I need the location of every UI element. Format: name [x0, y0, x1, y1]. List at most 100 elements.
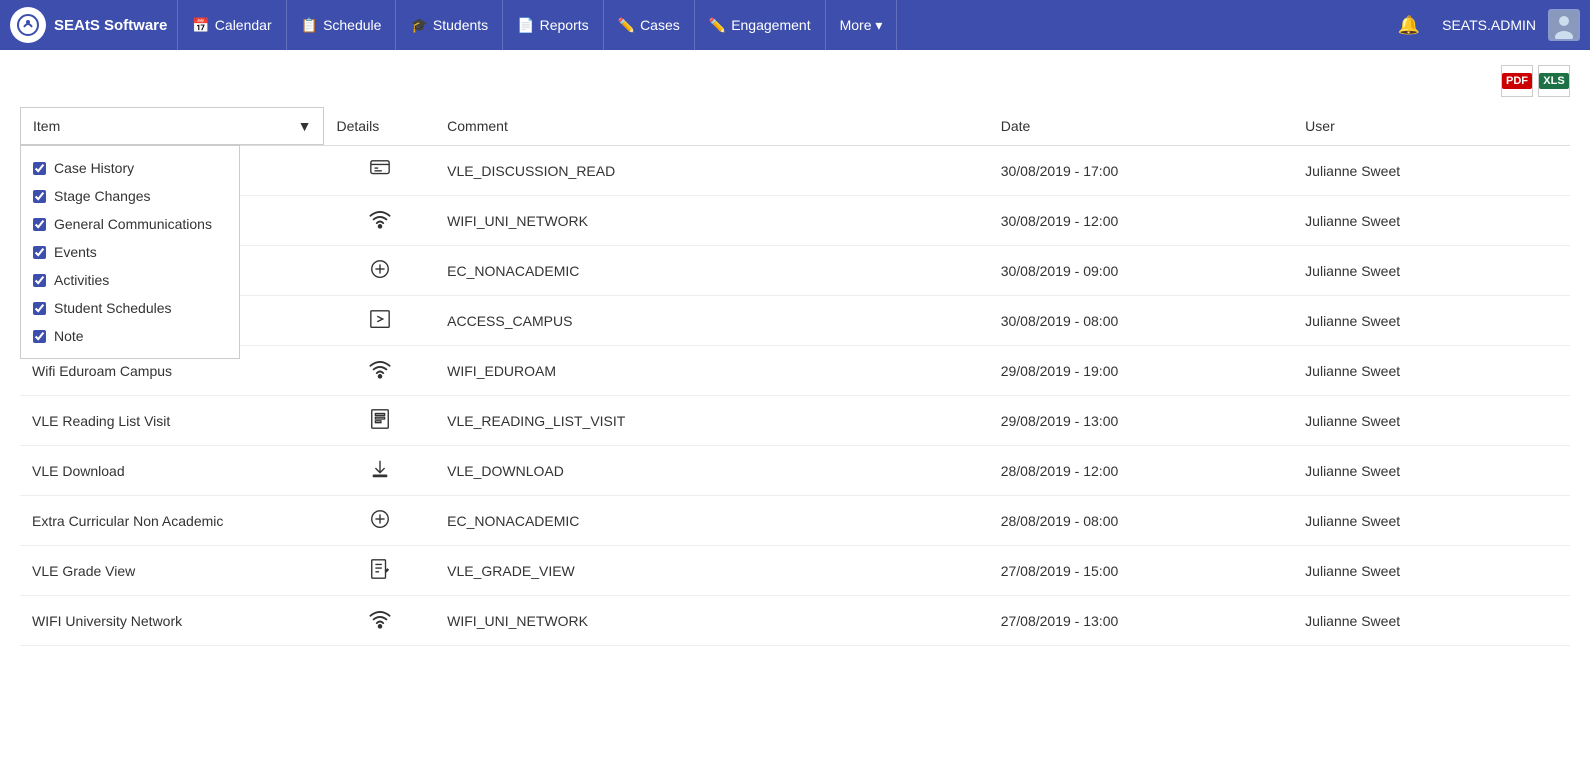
nav-engagement[interactable]: ✏️ Engagement	[695, 0, 826, 50]
table-row: VLE Grade View VLE_GRADE_VIEW 27/08/2019…	[20, 546, 1570, 596]
cell-user-3: Julianne Sweet	[1293, 296, 1570, 346]
dropdown-item-activities[interactable]: Activities	[21, 266, 239, 294]
cell-comment-3: ACCESS_CAMPUS	[435, 296, 989, 346]
cell-icon-2	[324, 246, 435, 296]
cell-date-6: 28/08/2019 - 12:00	[989, 446, 1293, 496]
item-dropdown-menu: Case History Stage Changes General Commu…	[20, 145, 240, 359]
checkbox-case-history[interactable]	[33, 162, 46, 175]
dropdown-item-stage-changes[interactable]: Stage Changes	[21, 182, 239, 210]
dropdown-item-case-history[interactable]: Case History	[21, 154, 239, 182]
cell-comment-9: WIFI_UNI_NETWORK	[435, 596, 989, 646]
cell-date-4: 29/08/2019 - 19:00	[989, 346, 1293, 396]
export-excel-button[interactable]: XLS	[1538, 65, 1570, 97]
dropdown-arrow-icon: ▼	[298, 118, 312, 134]
data-table-container: Item ▼ Case History	[20, 107, 1570, 646]
data-table: Item ▼ Case History	[20, 107, 1570, 646]
th-user: User	[1293, 107, 1570, 146]
checkbox-general-comms[interactable]	[33, 218, 46, 231]
nav-schedule[interactable]: 📋 Schedule	[287, 0, 397, 50]
cell-user-6: Julianne Sweet	[1293, 446, 1570, 496]
table-row: VLE_DISCUSSION_READ 30/08/2019 - 17:00 J…	[20, 146, 1570, 196]
cell-user-5: Julianne Sweet	[1293, 396, 1570, 446]
th-details: Details	[324, 107, 435, 146]
export-toolbar: PDF XLS	[20, 60, 1570, 107]
nav-calendar[interactable]: 📅 Calendar	[177, 0, 286, 50]
cell-date-1: 30/08/2019 - 12:00	[989, 196, 1293, 246]
dropdown-item-general-comms[interactable]: General Communications	[21, 210, 239, 238]
checkbox-note[interactable]	[33, 330, 46, 343]
calendar-icon: 📅	[192, 17, 209, 34]
table-row: WIFI University Network WIFI_UNI_NETWORK…	[20, 596, 1570, 646]
cell-user-0: Julianne Sweet	[1293, 146, 1570, 196]
cell-icon-9	[324, 596, 435, 646]
cell-icon-6	[324, 446, 435, 496]
dropdown-item-note[interactable]: Note	[21, 322, 239, 350]
cell-comment-4: WIFI_EDUROAM	[435, 346, 989, 396]
notifications-bell[interactable]: 🔔	[1388, 15, 1430, 36]
item-dropdown-toggle[interactable]: Item ▼	[20, 107, 324, 145]
cell-date-7: 28/08/2019 - 08:00	[989, 496, 1293, 546]
th-item: Item ▼ Case History	[20, 107, 324, 146]
cell-icon-4	[324, 346, 435, 396]
checkbox-events[interactable]	[33, 246, 46, 259]
th-comment: Comment	[435, 107, 989, 146]
cell-item-5: VLE Reading List Visit	[20, 396, 324, 446]
table-row: Wifi Eduroam Campus WIFI_EDUROAM 29/08/2…	[20, 346, 1570, 396]
table-row: WIFI_UNI_NETWORK 30/08/2019 - 12:00 Juli…	[20, 196, 1570, 246]
excel-icon: XLS	[1539, 73, 1568, 89]
cell-icon-5	[324, 396, 435, 446]
engagement-icon: ✏️	[709, 17, 726, 34]
cell-date-8: 27/08/2019 - 15:00	[989, 546, 1293, 596]
cell-comment-1: WIFI_UNI_NETWORK	[435, 196, 989, 246]
cell-item-9: WIFI University Network	[20, 596, 324, 646]
nav-reports[interactable]: 📄 Reports	[503, 0, 603, 50]
table-header-row: Item ▼ Case History	[20, 107, 1570, 146]
cell-item-6: VLE Download	[20, 446, 324, 496]
table-row: ACCESS_CAMPUS 30/08/2019 - 08:00 Juliann…	[20, 296, 1570, 346]
cell-icon-0	[324, 146, 435, 196]
cell-user-2: Julianne Sweet	[1293, 246, 1570, 296]
cell-comment-8: VLE_GRADE_VIEW	[435, 546, 989, 596]
cell-date-2: 30/08/2019 - 09:00	[989, 246, 1293, 296]
cell-comment-5: VLE_READING_LIST_VISIT	[435, 396, 989, 446]
cell-item-7: Extra Curricular Non Academic	[20, 496, 324, 546]
cell-comment-7: EC_NONACADEMIC	[435, 496, 989, 546]
cell-icon-3	[324, 296, 435, 346]
brand[interactable]: SEAtS Software	[10, 7, 167, 43]
nav-students[interactable]: 🎓 Students	[396, 0, 503, 50]
cell-user-8: Julianne Sweet	[1293, 546, 1570, 596]
cell-comment-6: VLE_DOWNLOAD	[435, 446, 989, 496]
cell-user-7: Julianne Sweet	[1293, 496, 1570, 546]
export-pdf-button[interactable]: PDF	[1501, 65, 1533, 97]
nav-right: 🔔 SEATS.ADMIN	[1388, 9, 1580, 41]
table-row: EC_NONACADEMIC 30/08/2019 - 09:00 Julian…	[20, 246, 1570, 296]
cell-icon-8	[324, 546, 435, 596]
dropdown-item-events[interactable]: Events	[21, 238, 239, 266]
cell-item-8: VLE Grade View	[20, 546, 324, 596]
cell-icon-7	[324, 496, 435, 546]
cell-user-1: Julianne Sweet	[1293, 196, 1570, 246]
nav-cases[interactable]: ✏️ Cases	[604, 0, 695, 50]
reports-icon: 📄	[517, 17, 534, 34]
cases-icon: ✏️	[618, 17, 635, 34]
cell-date-3: 30/08/2019 - 08:00	[989, 296, 1293, 346]
cell-user-9: Julianne Sweet	[1293, 596, 1570, 646]
cell-date-0: 30/08/2019 - 17:00	[989, 146, 1293, 196]
table-row: Extra Curricular Non Academic EC_NONACAD…	[20, 496, 1570, 546]
main-content: PDF XLS Item ▼	[0, 50, 1590, 784]
logo	[10, 7, 46, 43]
th-date: Date	[989, 107, 1293, 146]
admin-avatar[interactable]	[1548, 9, 1580, 41]
schedule-icon: 📋	[301, 17, 318, 34]
checkbox-stage-changes[interactable]	[33, 190, 46, 203]
dropdown-item-student-schedules[interactable]: Student Schedules	[21, 294, 239, 322]
cell-date-9: 27/08/2019 - 13:00	[989, 596, 1293, 646]
table-row: VLE Reading List Visit VLE_READING_LIST_…	[20, 396, 1570, 446]
checkbox-student-schedules[interactable]	[33, 302, 46, 315]
brand-text: SEAtS Software	[54, 17, 167, 34]
table-row: VLE Download VLE_DOWNLOAD 28/08/2019 - 1…	[20, 446, 1570, 496]
checkbox-activities[interactable]	[33, 274, 46, 287]
cell-user-4: Julianne Sweet	[1293, 346, 1570, 396]
nav-more[interactable]: More ▾	[826, 0, 898, 50]
table-body: VLE_DISCUSSION_READ 30/08/2019 - 17:00 J…	[20, 146, 1570, 646]
